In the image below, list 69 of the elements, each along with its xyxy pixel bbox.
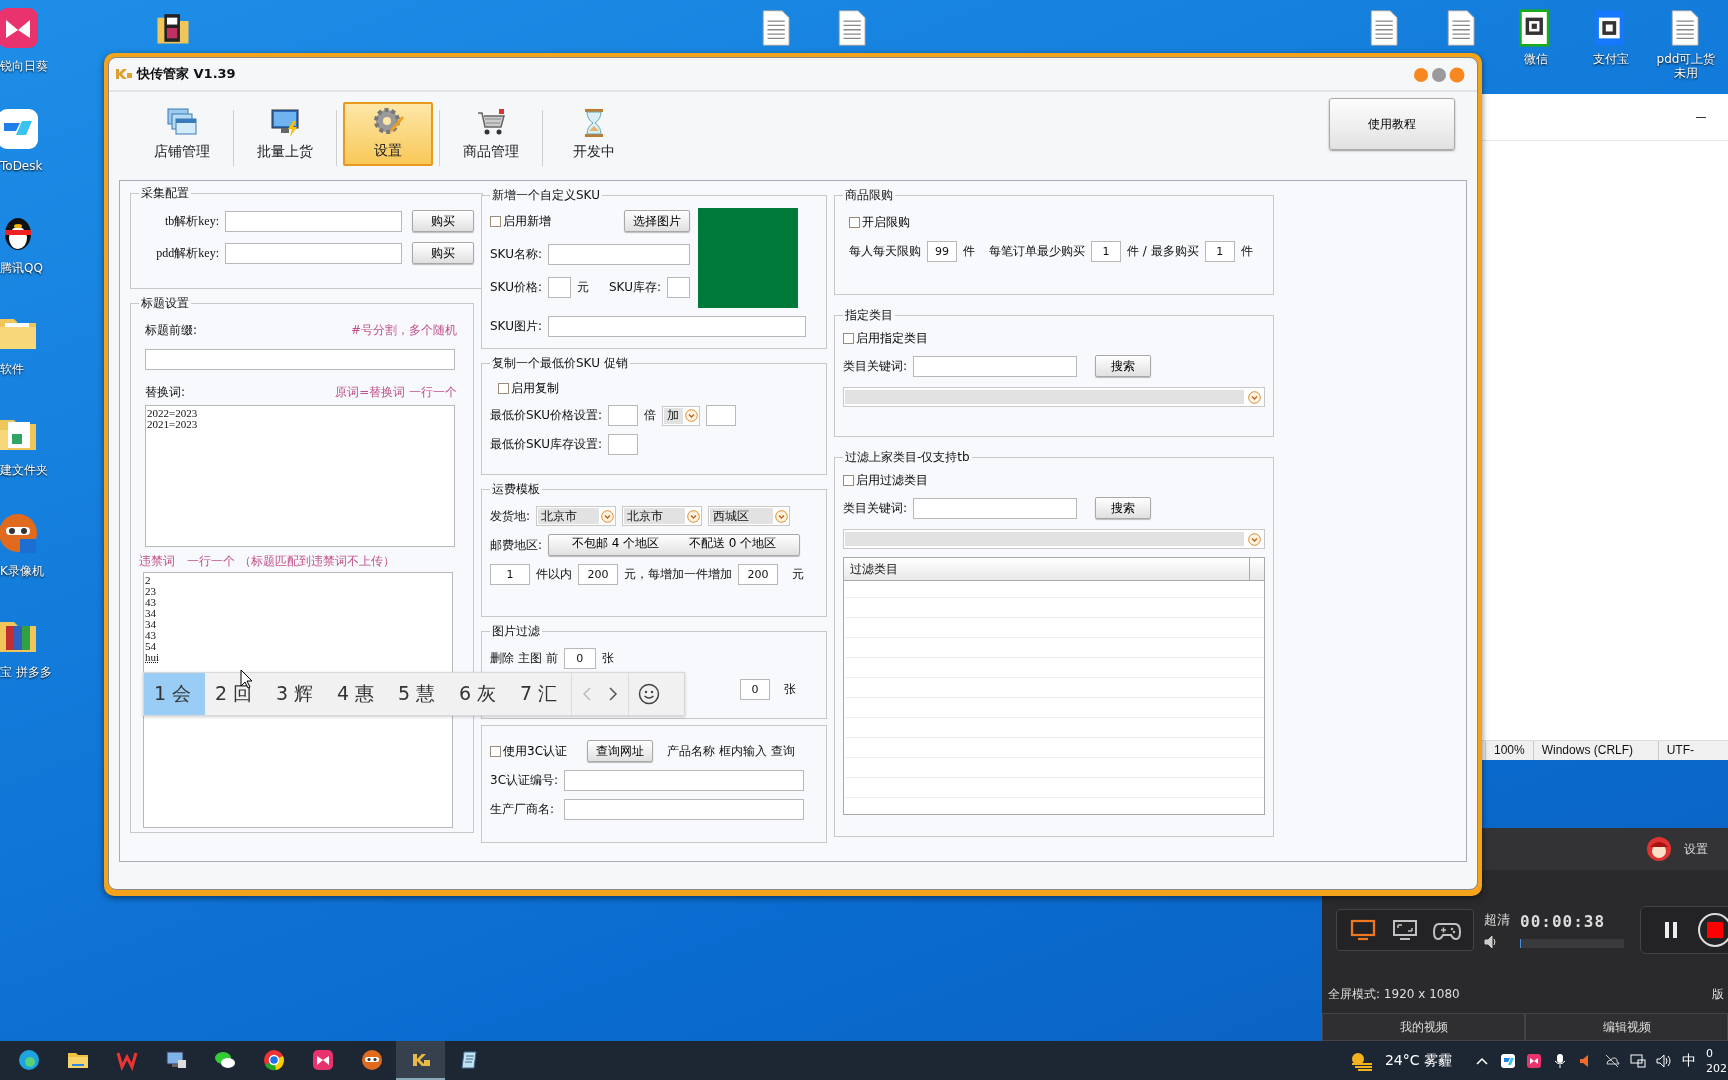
field-label: SKU名称: [490,246,542,263]
icon-label: 腾讯QQ [0,260,43,277]
unit-label: 元 [792,566,804,583]
text-line: 23 [145,586,157,597]
text-line: 34 [145,619,157,630]
text-line: 2021=2023 [147,419,199,430]
window-title: 快传管家 V1.39 [137,65,236,83]
field-label: 3C认证编号: [490,772,558,789]
group-title: 指定类目 [844,307,894,324]
field-label: pdd解析key: [155,244,219,262]
status-text: Windows (CRLF) [1532,741,1658,760]
field-label: 替换词: [145,384,186,401]
mode-text: 全屏模式: 1920 x 1080 [1328,986,1460,1003]
icon-label: 锐向日葵 [0,58,48,75]
field-label: 类目关键词: [843,499,908,517]
hint-text: 原词=替换词 一行一个 [335,384,457,401]
status-text: 100% [1485,741,1533,760]
icon-label: 宝 拼多多 [0,664,52,681]
composing-text: hui [145,652,161,663]
text-line: 43 [145,597,157,608]
field-label: 每人每天限购 [849,243,921,260]
field-label: 类目关键词: [843,357,908,375]
icon-label: 软件 [0,361,24,378]
field-label: 每笔订单最少购买 [989,243,1085,260]
group-title: 图片过滤 [491,623,541,640]
field-label: SKU价格: [490,279,542,296]
text-line: 2022=2023 [147,408,199,419]
icon-label: pdd可上货未用 [1655,52,1717,80]
icon-label: K录像机 [0,563,44,580]
recording-timer: 00:00:38 [1520,912,1607,931]
field-label: 件 / 最多购买 [1127,243,1199,260]
group-title: 标题设置 [140,295,190,312]
unit-label: 张 [601,650,614,667]
field-label: 最低价SKU价格设置: [490,407,602,424]
unit-label: 件以内 [536,566,572,583]
text-line: 43 [145,630,157,641]
field-label: tb解析key: [164,212,219,230]
unit-label: 元 [577,279,589,296]
status-text: UTF- [1657,741,1703,760]
unit-label: 件 [1240,243,1253,260]
field-label: 标题前缀: [145,322,198,339]
group-title: 复制一个最低价SKU 促销 [491,355,629,372]
group-title: 过滤上家类目-仅支持tb [844,449,971,466]
group-title: 采集配置 [140,185,190,202]
field-label: SKU图片: [490,318,542,335]
group-title: 运费模板 [491,481,541,498]
field-label: 最低价SKU库存设置: [490,436,602,453]
field-label: 邮费地区: [490,536,543,554]
icon-label: ToDesk [0,159,43,173]
hint-text: 违禁词 一行一个 （标题匹配到违禁词不上传） [139,553,396,570]
field-label: 发货地: [490,507,531,525]
field-label: 生产厂商名: [490,801,556,818]
hint-text: #号分割，多个随机 [350,322,457,339]
field-label: 元，每增加一件增加 [624,566,732,583]
icon-label: 建文件夹 [0,462,48,479]
group-title: 新增一个自定义SKU [491,187,601,204]
group-title: 商品限购 [844,187,894,204]
text-line: 34 [145,608,157,619]
hint-text: 产品名称 框内输入 查询 [667,742,795,760]
text-line: 2 [145,575,152,586]
text-line: 54 [145,641,157,652]
unit-label: 倍 [644,407,656,424]
unit-label: 件 [963,243,975,260]
icon-label: 微信 [1523,52,1549,66]
panel-text: 版 [1712,986,1724,1003]
field-label: 删除 主图 前 [490,650,558,667]
unit-label: 张 [784,681,796,698]
field-label: SKU库存: [609,279,661,296]
icon-label: 支付宝 [1592,52,1630,66]
